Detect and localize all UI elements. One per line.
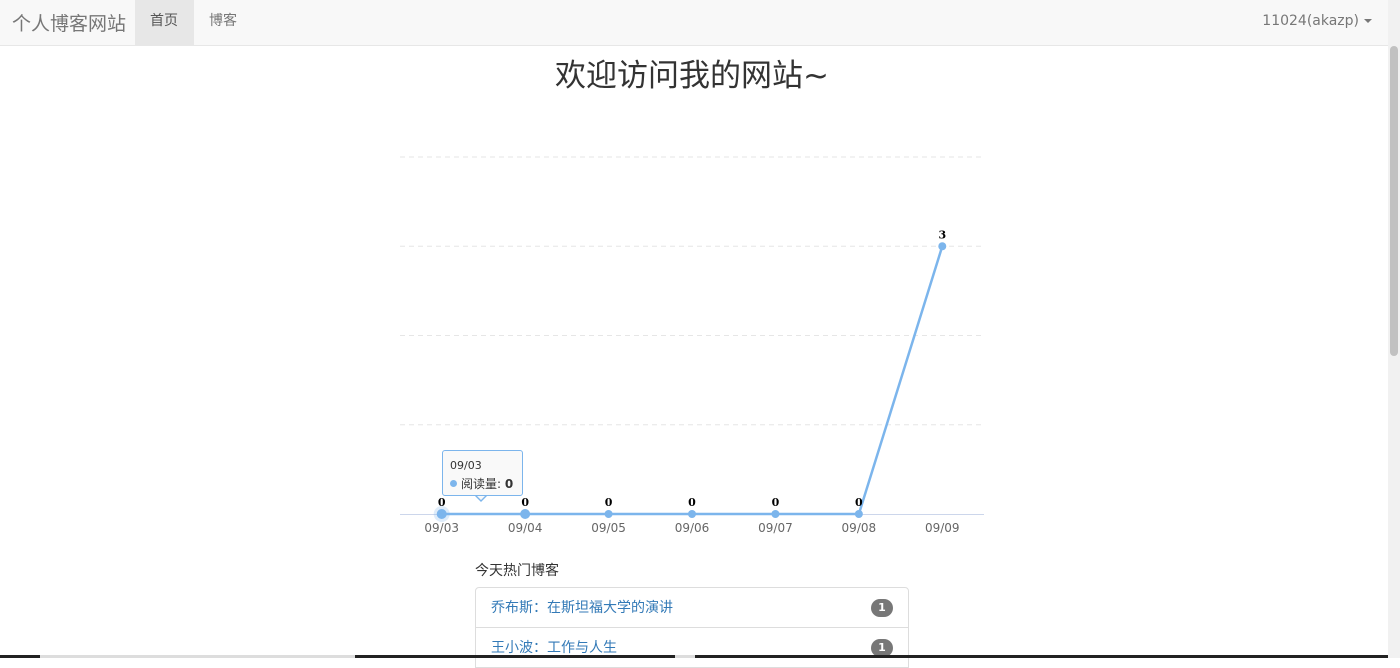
data-point [604, 510, 613, 518]
tooltip-category: 09/03 [450, 459, 482, 472]
data-point [520, 509, 531, 519]
x-tick-label: 09/06 [675, 521, 710, 535]
data-point [771, 510, 780, 518]
blog-link[interactable]: 王小波：工作与人生 [491, 640, 617, 656]
data-point [938, 242, 947, 251]
x-tick-label: 09/07 [758, 521, 793, 535]
tooltip-value: 0 [504, 477, 514, 491]
x-tick-label: 09/05 [591, 521, 626, 535]
data-label: 0 [772, 496, 780, 509]
data-label: 3 [938, 228, 946, 241]
data-label: 0 [855, 496, 863, 509]
list-item: 王小波：工作与人生 1 [475, 627, 909, 668]
series-dot-icon [450, 480, 457, 487]
x-tick-label: 09/08 [842, 521, 877, 535]
data-label: 0 [521, 496, 529, 509]
read-count-badge: 1 [871, 599, 893, 617]
tooltip-series-name: 阅读量 [461, 477, 498, 491]
hot-blogs-title: 今天热门博客 [475, 563, 559, 579]
tooltip-colon: : [497, 477, 505, 491]
reading-line-chart: 09/03 09/04 09/05 09/06 09/07 09/08 09/090 0 0 0 0… [400, 156, 984, 535]
x-tick-label: 09/03 [424, 521, 459, 535]
data-point [436, 509, 447, 519]
data-point [688, 510, 696, 518]
tooltip-row: 阅读量: 0 [450, 475, 515, 492]
x-tick-label: 09/04 [508, 521, 543, 535]
data-label: 0 [688, 496, 696, 509]
list-item: 乔布斯：在斯坦福大学的演讲 1 [475, 587, 909, 628]
x-tick-label: 09/09 [925, 521, 960, 535]
chart-tooltip: 09/03 阅读量: 0 [442, 450, 523, 496]
data-label: 0 [438, 496, 446, 509]
data-point [854, 510, 863, 518]
data-label: 0 [605, 496, 613, 509]
blog-link[interactable]: 乔布斯：在斯坦福大学的演讲 [491, 600, 673, 616]
